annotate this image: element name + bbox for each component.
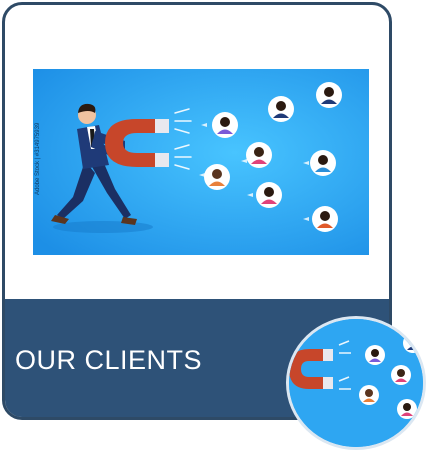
magnet-customers-thumbnail-icon[interactable]: [286, 316, 426, 450]
businessman-magnet-illustration: Adobe Stock | #314975939: [33, 69, 369, 255]
image-watermark: Adobe Stock | #314975939: [35, 122, 41, 195]
card-title: OUR CLIENTS: [15, 345, 203, 375]
